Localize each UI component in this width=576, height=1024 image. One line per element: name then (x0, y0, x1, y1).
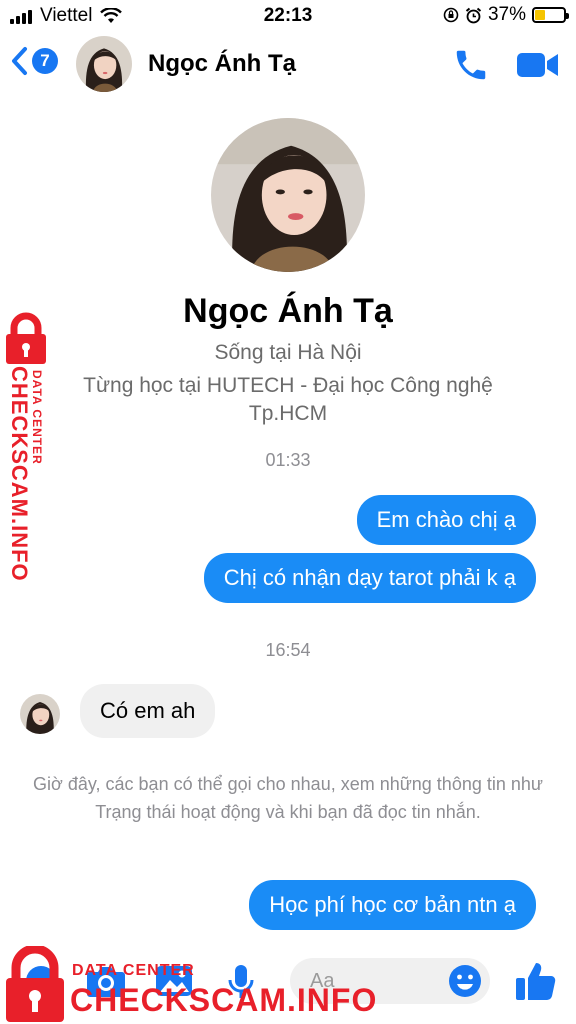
alarm-icon (465, 7, 482, 23)
profile-avatar[interactable] (211, 118, 365, 272)
watermark-caption: DATA CENTER (72, 962, 195, 979)
system-notice: Giờ đây, các bạn có thể gọi cho nhau, xe… (33, 774, 543, 822)
sender-photo (20, 694, 60, 734)
emoji-icon[interactable] (448, 964, 482, 998)
like-icon[interactable] (514, 960, 556, 1002)
battery-percent: 37% (487, 4, 526, 25)
profile-name: Ngọc Ánh Tạ (183, 292, 393, 330)
profile-education: Từng học tại HUTECH - Đại học Công nghệ … (83, 374, 493, 425)
contact-photo (76, 36, 132, 92)
back-button[interactable]: 7 (10, 46, 58, 76)
status-bar: Viettel 22:13 37% (0, 0, 576, 32)
video-call-icon[interactable] (516, 50, 560, 80)
message-timestamp: 16:54 (265, 640, 311, 660)
outgoing-message[interactable]: Em chào chị ạ (356, 495, 536, 545)
back-chevron-icon (12, 47, 27, 75)
incoming-message[interactable]: Có em ah (80, 684, 216, 738)
unread-badge: 7 (32, 48, 58, 74)
contact-name[interactable]: Ngọc Ánh Tạ (148, 50, 296, 78)
rotation-lock-icon (443, 7, 459, 23)
sender-avatar[interactable] (20, 694, 60, 734)
profile-lives-in: Sống tại Hà Nội (214, 341, 362, 364)
status-right: 37% (443, 4, 569, 26)
message-timestamp: 01:33 (265, 450, 311, 470)
outgoing-message[interactable]: Học phí học cơ bản ntn ạ (249, 880, 536, 930)
battery-icon (532, 7, 569, 23)
watermark-site: CHECKSCAM.INFO (70, 982, 378, 1018)
outgoing-message[interactable]: Chị có nhận dạy tarot phải k ạ (203, 553, 536, 603)
contact-avatar[interactable] (76, 36, 132, 92)
call-icon[interactable] (452, 46, 490, 84)
watermark-site: CHECKSCAM.INFO (7, 366, 32, 582)
conversation-header: 7 Ngọc Ánh Tạ (0, 32, 576, 98)
watermark-caption: DATA CENTER (30, 370, 44, 465)
profile-photo (211, 118, 365, 272)
